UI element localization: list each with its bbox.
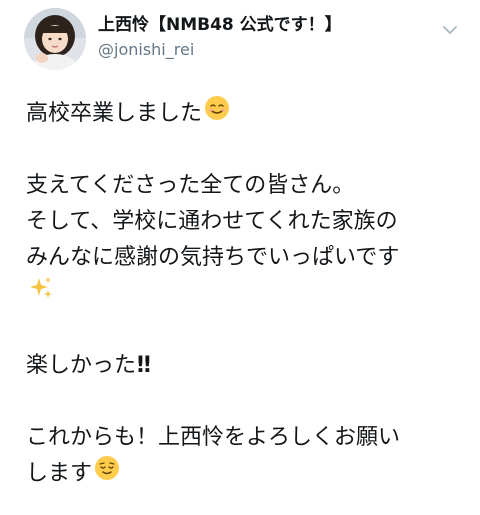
user-names: 上西怜【NMB48 公式です！】 @jonishi_rei (98, 14, 342, 61)
tweet-line-text: 支えてくださった全ての皆さん。 (26, 173, 355, 198)
tweet-line (26, 276, 466, 312)
sparkles-icon (28, 275, 54, 313)
tweet-line-text: これからも！上西怜をよろしくお願い (26, 425, 401, 450)
tweet-line: みんなに感謝の気持ちでいっぱいです (26, 240, 466, 276)
chevron-down-icon[interactable] (438, 18, 462, 42)
avatar[interactable] (24, 8, 86, 70)
tweet-header: 上西怜【NMB48 公式です！】 @jonishi_rei (24, 4, 464, 74)
profile-photo-icon (24, 8, 86, 70)
tweet-text: 高校卒業しました 支えてくださった全ての皆さん。 そして、学校に通わせてくれた家… (26, 96, 466, 492)
tweet-line: 高校卒業しました (26, 96, 466, 132)
tweet-line-text: みんなに感謝の気持ちでいっぱいです (26, 245, 400, 270)
tweet-line-text: 高校卒業しました (26, 101, 203, 126)
tweet-line-text: します (26, 461, 93, 486)
tweet-line: これからも！上西怜をよろしくお願い (26, 420, 466, 456)
screen-name[interactable]: @jonishi_rei (98, 39, 342, 61)
double-exclamation-icon: ‼ (137, 353, 151, 378)
tweet-line-text: そして、学校に通わせてくれた家族の (26, 209, 398, 234)
tweet-line: 支えてくださった全ての皆さん。 (26, 168, 466, 204)
tweet-line: そして、学校に通わせてくれた家族の (26, 204, 466, 240)
smiling-face-icon (204, 95, 230, 133)
tweet-line: します (26, 456, 466, 492)
tweet-line-text: 楽しかった (26, 353, 137, 378)
relieved-face-icon (94, 455, 120, 493)
tweet-card: 上西怜【NMB48 公式です！】 @jonishi_rei 高校卒業しました 支… (0, 0, 480, 515)
tweet-line: 楽しかった ‼ (26, 348, 466, 384)
display-name[interactable]: 上西怜【NMB48 公式です！】 (98, 14, 342, 36)
